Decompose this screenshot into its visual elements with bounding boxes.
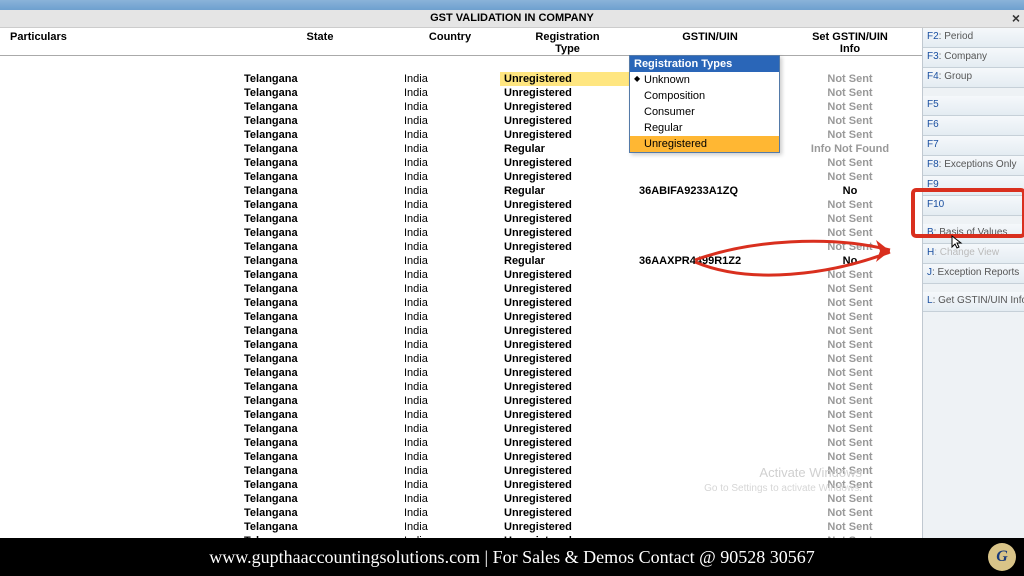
- table-row[interactable]: TelanganaIndiaUnregisteredNot Sent: [0, 128, 922, 142]
- right-button[interactable]: J: Exception Reports: [923, 264, 1024, 284]
- right-button-bar: F2: PeriodF3: CompanyF4: Group F5F6F7F8: …: [922, 28, 1024, 538]
- col-header-info: Set GSTIN/UIN Info: [785, 28, 915, 55]
- col-header-country: Country: [400, 28, 500, 55]
- right-button[interactable]: L: Get GSTIN/UIN Info: [923, 292, 1024, 312]
- table-row[interactable]: TelanganaIndiaUnregisteredNot Sent: [0, 380, 922, 394]
- right-button[interactable]: F6: [923, 116, 1024, 136]
- watermark-title: Activate Windows: [759, 465, 862, 480]
- table-row[interactable]: TelanganaIndiaUnregisteredNot Sent: [0, 520, 922, 534]
- right-button[interactable]: F4: Group: [923, 68, 1024, 88]
- footer-banner: www.gupthaaccountingsolutions.com | For …: [0, 538, 1024, 576]
- table-row[interactable]: TelanganaIndiaUnregisteredNot Sent: [0, 170, 922, 184]
- right-button: [923, 88, 1024, 96]
- dropdown-item[interactable]: Unknown: [630, 72, 779, 88]
- col-header-particulars: Particulars: [0, 28, 240, 55]
- dropdown-item[interactable]: Regular: [630, 120, 779, 136]
- table-row[interactable]: TelanganaIndiaUnregisteredNot Sent: [0, 310, 922, 324]
- table-row[interactable]: TelanganaIndiaUnregisteredNot Sent: [0, 506, 922, 520]
- table-row[interactable]: TelanganaIndiaUnregisteredNot Sent: [0, 72, 922, 86]
- right-button[interactable]: F2: Period: [923, 28, 1024, 48]
- title-bar: GST VALIDATION IN COMPANY ×: [0, 10, 1024, 28]
- highlight-box: [911, 188, 1024, 238]
- table-row[interactable]: TelanganaIndiaUnregisteredNot Sent: [0, 366, 922, 380]
- table-row[interactable]: TelanganaIndiaUnregisteredNot Sent: [0, 156, 922, 170]
- table-row[interactable]: TelanganaIndiaRegular36ABIFA9233A1ZQNo: [0, 184, 922, 198]
- table-row[interactable]: TelanganaIndiaUnregisteredNot Sent: [0, 352, 922, 366]
- table-row[interactable]: TelanganaIndiaUnregisteredNot Sent: [0, 394, 922, 408]
- col-header-gstin: GSTIN/UIN: [635, 28, 785, 55]
- table-row[interactable]: TelanganaIndiaUnregisteredNot Sent: [0, 450, 922, 464]
- table-row[interactable]: TelanganaIndiaUnregisteredNot Sent: [0, 324, 922, 338]
- right-button[interactable]: H: Change View: [923, 244, 1024, 264]
- table-row[interactable]: TelanganaIndiaUnregisteredNot Sent: [0, 338, 922, 352]
- dropdown-item[interactable]: Consumer: [630, 104, 779, 120]
- right-button[interactable]: F5: [923, 96, 1024, 116]
- table-row[interactable]: TelanganaIndiaUnregisteredNot Sent: [0, 436, 922, 450]
- close-icon[interactable]: ×: [1012, 10, 1020, 26]
- right-button[interactable]: F3: Company: [923, 48, 1024, 68]
- dropdown-title: Registration Types: [630, 56, 779, 72]
- table-row[interactable]: TelanganaIndiaUnregisteredNot Sent: [0, 296, 922, 310]
- col-header-regtype: Registration Type: [500, 28, 635, 55]
- cursor-icon: [950, 234, 966, 253]
- col-header-state: State: [240, 28, 400, 55]
- table-row[interactable]: TelanganaIndiaUnregisteredNot Sent: [0, 86, 922, 100]
- table-row[interactable]: TelanganaIndiaUnregisteredNot Sent: [0, 408, 922, 422]
- right-button: [923, 284, 1024, 292]
- registration-types-dropdown[interactable]: Registration Types UnknownCompositionCon…: [629, 55, 780, 153]
- table-row[interactable]: TelanganaIndiaUnregisteredNot Sent: [0, 198, 922, 212]
- table-row[interactable]: TelanganaIndiaUnregisteredNot Sent: [0, 212, 922, 226]
- page-title: GST VALIDATION IN COMPANY: [0, 10, 1024, 24]
- right-button[interactable]: F8: Exceptions Only: [923, 156, 1024, 176]
- footer-logo: G: [988, 543, 1016, 571]
- watermark-sub: Go to Settings to activate Windows.: [704, 483, 862, 494]
- annotation-arrow: [690, 230, 900, 293]
- dropdown-item[interactable]: Composition: [630, 88, 779, 104]
- table-row[interactable]: TelanganaIndiaUnregisteredNot Sent: [0, 114, 922, 128]
- footer-text: www.gupthaaccountingsolutions.com | For …: [209, 547, 814, 568]
- table-row[interactable]: TelanganaIndiaRegular36BYDPR8857C1Z2Info…: [0, 142, 922, 156]
- table-row[interactable]: TelanganaIndiaUnregisteredNot Sent: [0, 100, 922, 114]
- content-area: Particulars State Country Registration T…: [0, 28, 922, 538]
- top-ribbon: [0, 0, 1024, 10]
- right-button[interactable]: F7: [923, 136, 1024, 156]
- table-header: Particulars State Country Registration T…: [0, 28, 922, 56]
- table-row[interactable]: TelanganaIndiaUnregisteredNot Sent: [0, 492, 922, 506]
- dropdown-item[interactable]: Unregistered: [630, 136, 779, 152]
- table-row[interactable]: TelanganaIndiaUnregisteredNot Sent: [0, 422, 922, 436]
